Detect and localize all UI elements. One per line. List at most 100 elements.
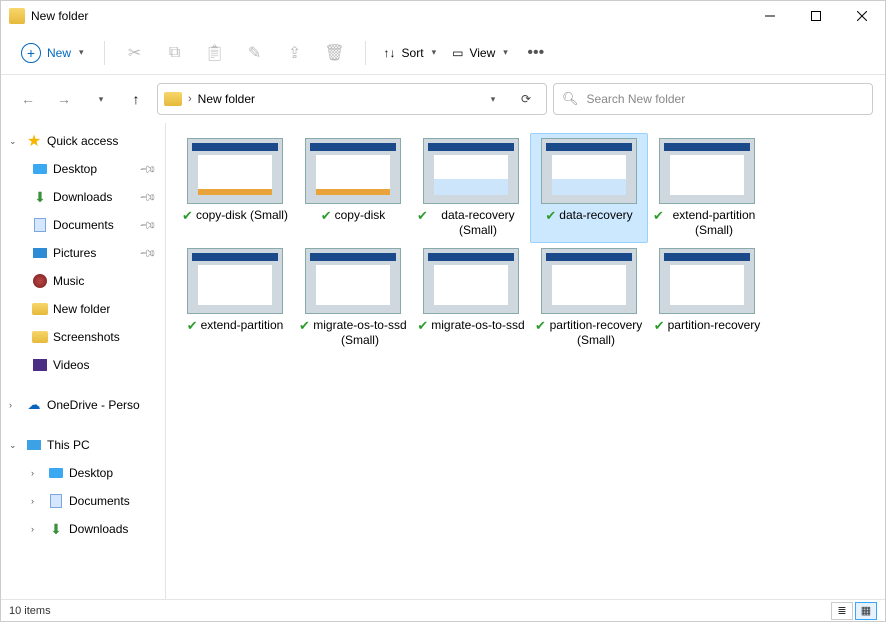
maximize-button[interactable]: [793, 1, 839, 31]
file-grid[interactable]: ✔copy-disk (Small)✔copy-disk✔data-recove…: [166, 123, 885, 599]
folder-icon: [32, 303, 48, 315]
copy-button[interactable]: ⧉: [157, 35, 193, 71]
sidebar-this-pc[interactable]: ⌄ This PC: [1, 431, 165, 459]
rename-button[interactable]: ✎: [237, 35, 273, 71]
nav-row: ← → ▾ ↑ › New folder ▾ ⟳ 🔍︎ Search New f…: [1, 75, 885, 123]
desktop-icon: [33, 164, 47, 174]
sidebar-item-music[interactable]: Music: [1, 267, 165, 295]
file-item[interactable]: ✔partition-recovery (Small): [530, 243, 648, 353]
search-input[interactable]: 🔍︎ Search New folder: [553, 83, 873, 115]
file-name: data-recovery: [559, 208, 632, 223]
file-name: partition-recovery: [668, 318, 761, 333]
details-view-button[interactable]: ≣: [831, 602, 853, 620]
forward-button[interactable]: →: [49, 84, 79, 114]
synced-check-icon: ✔: [417, 318, 428, 334]
recent-button[interactable]: ▾: [85, 84, 115, 114]
new-label: New: [47, 46, 71, 60]
file-item[interactable]: ✔migrate-os-to-ssd (Small): [294, 243, 412, 353]
cloud-icon: ☁: [25, 398, 43, 412]
file-item[interactable]: ✔extend-partition: [176, 243, 294, 353]
file-item[interactable]: ✔copy-disk (Small): [176, 133, 294, 243]
scissors-icon: ✂: [128, 43, 141, 63]
status-text: 10 items: [9, 605, 51, 617]
share-button[interactable]: ⇪: [277, 35, 313, 71]
sidebar-item-label: Downloads: [53, 190, 112, 204]
file-name: migrate-os-to-ssd (Small): [313, 318, 407, 348]
chevron-down-icon: ▾: [503, 47, 508, 58]
star-icon: ★: [25, 134, 43, 148]
file-thumbnail: [187, 138, 283, 204]
more-button[interactable]: •••: [518, 35, 554, 71]
pin-icon: 📌︎: [138, 243, 157, 262]
sort-label: Sort: [402, 46, 424, 60]
sidebar-item-label: Documents: [53, 218, 114, 232]
delete-button[interactable]: 🗑︎: [317, 35, 353, 71]
synced-check-icon: ✔: [545, 208, 556, 224]
synced-check-icon: ✔: [182, 208, 193, 224]
back-button[interactable]: ←: [13, 84, 43, 114]
search-icon: 🔍︎: [562, 91, 579, 107]
view-button[interactable]: ▭ View ▾: [446, 42, 514, 64]
titlebar: New folder: [1, 1, 885, 31]
file-item[interactable]: ✔extend-partition (Small): [648, 133, 766, 243]
sidebar-item-label: Videos: [53, 358, 89, 372]
file-name: extend-partition (Small): [667, 208, 761, 238]
download-icon: ⬇: [31, 190, 49, 204]
sidebar-pc-documents[interactable]: › Documents: [1, 487, 165, 515]
pin-icon: 📌︎: [138, 215, 157, 234]
video-icon: [33, 359, 47, 371]
cut-button[interactable]: ✂: [117, 35, 153, 71]
sidebar-item-label: Documents: [69, 494, 130, 508]
clipboard-icon: 📋︎: [204, 43, 224, 63]
sidebar-pc-desktop[interactable]: › Desktop: [1, 459, 165, 487]
folder-icon: [9, 8, 25, 24]
sidebar-item-label: New folder: [53, 302, 110, 316]
copy-icon: ⧉: [169, 44, 180, 62]
chevron-down-icon: ⌄: [9, 136, 21, 147]
chevron-right-icon: ›: [31, 496, 43, 506]
sidebar-item-label: Screenshots: [53, 330, 120, 344]
chevron-right-icon: ›: [31, 468, 43, 478]
thumbnails-view-button[interactable]: ▦: [855, 602, 877, 620]
file-item[interactable]: ✔copy-disk: [294, 133, 412, 243]
chevron-right-icon: ›: [31, 524, 43, 534]
sidebar-item-pictures[interactable]: Pictures 📌︎: [1, 239, 165, 267]
window-title: New folder: [31, 9, 88, 23]
close-button[interactable]: [839, 1, 885, 31]
desktop-icon: [49, 468, 63, 478]
sidebar-item-downloads[interactable]: ⬇ Downloads 📌︎: [1, 183, 165, 211]
new-button[interactable]: + New ▾: [13, 39, 92, 67]
file-item[interactable]: ✔data-recovery (Small): [412, 133, 530, 243]
file-thumbnail: [305, 248, 401, 314]
synced-check-icon: ✔: [653, 208, 664, 224]
breadcrumb[interactable]: › New folder ▾ ⟳: [157, 83, 547, 115]
paste-button[interactable]: 📋︎: [197, 35, 233, 71]
minimize-button[interactable]: [747, 1, 793, 31]
file-item[interactable]: ✔migrate-os-to-ssd: [412, 243, 530, 353]
file-thumbnail: [541, 248, 637, 314]
synced-check-icon: ✔: [321, 208, 332, 224]
file-name: migrate-os-to-ssd: [431, 318, 524, 333]
chevron-down-icon: ▾: [79, 47, 84, 58]
file-thumbnail: [423, 138, 519, 204]
sidebar-onedrive[interactable]: › ☁ OneDrive - Perso: [1, 391, 165, 419]
sidebar-quick-access[interactable]: ⌄ ★ Quick access: [1, 127, 165, 155]
sidebar-item-screenshots[interactable]: Screenshots: [1, 323, 165, 351]
sidebar-item-videos[interactable]: Videos: [1, 351, 165, 379]
file-thumbnail: [423, 248, 519, 314]
file-item[interactable]: ✔data-recovery: [530, 133, 648, 243]
file-item[interactable]: ✔partition-recovery: [648, 243, 766, 353]
sidebar-item-desktop[interactable]: Desktop 📌︎: [1, 155, 165, 183]
sidebar-pc-downloads[interactable]: › ⬇ Downloads: [1, 515, 165, 543]
sidebar-item-label: Music: [53, 274, 84, 288]
body: ⌄ ★ Quick access Desktop 📌︎ ⬇ Downloads …: [1, 123, 885, 599]
sidebar-item-new-folder[interactable]: New folder: [1, 295, 165, 323]
file-name: copy-disk (Small): [196, 208, 288, 223]
breadcrumb-dropdown[interactable]: ▾: [478, 85, 506, 113]
synced-check-icon: ✔: [299, 318, 310, 334]
refresh-button[interactable]: ⟳: [512, 85, 540, 113]
up-button[interactable]: ↑: [121, 84, 151, 114]
file-name: partition-recovery (Small): [549, 318, 643, 348]
sidebar-item-documents[interactable]: Documents 📌︎: [1, 211, 165, 239]
sort-button[interactable]: ↑↓ Sort ▾: [378, 42, 443, 64]
